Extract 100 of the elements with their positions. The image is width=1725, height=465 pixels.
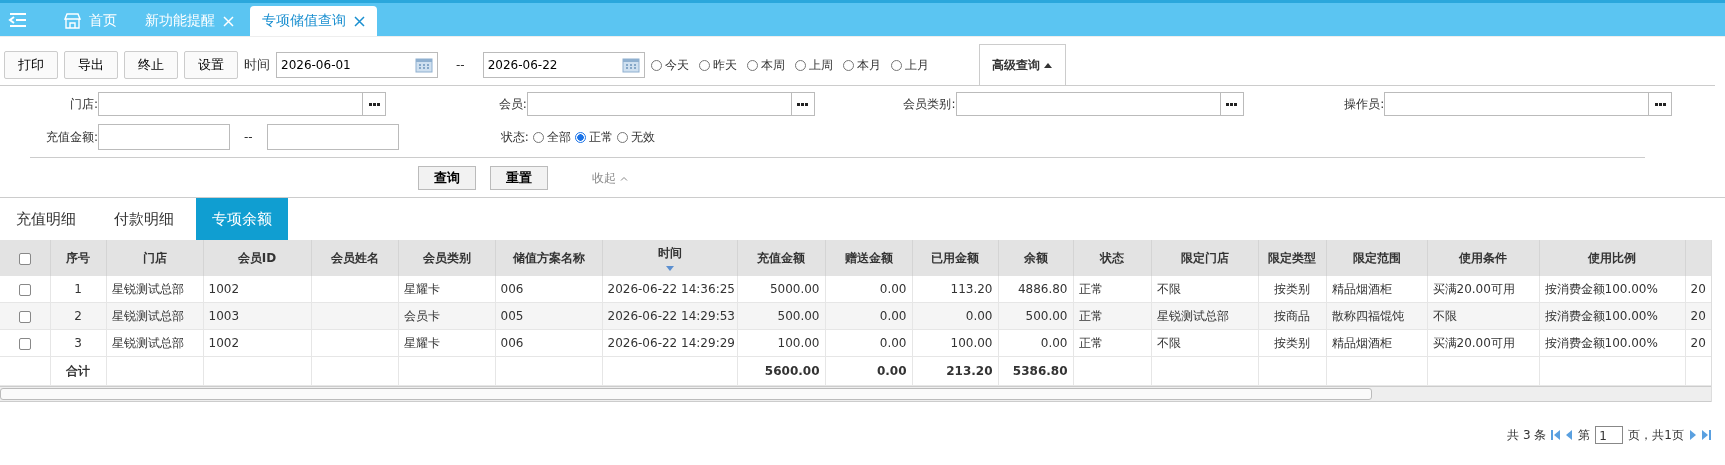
page-field[interactable]: 1: [1595, 426, 1624, 444]
date-range-radio[interactable]: 今天: [650, 56, 689, 74]
table-cell: 1002: [208, 282, 240, 296]
column-header[interactable]: 储值方案名称: [495, 240, 602, 276]
filter-label: 状态:: [499, 128, 529, 146]
scrollbar-thumb[interactable]: [0, 388, 1372, 400]
toolbar-button[interactable]: 打印: [4, 51, 58, 79]
table-cell: 500.00: [1025, 309, 1068, 323]
column-header[interactable]: 会员ID: [203, 240, 311, 276]
range-separator: --: [244, 130, 253, 144]
status-radio[interactable]: 无效: [616, 128, 655, 146]
table-cell: 005: [500, 309, 524, 323]
reset-button[interactable]: 重置: [490, 166, 548, 190]
date-range-radio[interactable]: 本月: [842, 56, 881, 74]
column-header[interactable]: 限定类型: [1258, 240, 1326, 276]
page-label: 页，共1页: [1628, 426, 1684, 444]
filter-label: 门店:: [68, 95, 98, 113]
column-header[interactable]: 时间: [602, 240, 737, 276]
table-cell: 会员卡: [403, 308, 440, 323]
column-header[interactable]: 使用比例: [1539, 240, 1685, 276]
column-header[interactable]: 会员类别: [398, 240, 495, 276]
first-page-icon[interactable]: [1551, 430, 1562, 440]
date-field[interactable]: 2026-06-01: [276, 52, 438, 78]
table-cell: 1002: [208, 336, 240, 350]
tab[interactable]: 专项储值查询: [250, 6, 377, 36]
table-cell: 正常: [1078, 335, 1103, 350]
picker-field[interactable]: [98, 92, 386, 116]
column-header[interactable]: 门店: [106, 240, 203, 276]
previous-page-icon[interactable]: [1566, 430, 1574, 440]
toolbar-button[interactable]: 设置: [184, 51, 238, 79]
table-cell: 星锐测试总部: [111, 335, 184, 350]
amount-field[interactable]: [266, 124, 399, 150]
column-header[interactable]: 序号: [50, 240, 106, 276]
toolbar-button[interactable]: 终止: [124, 51, 178, 79]
table-cell: 2026-06-22 14:29:29: [607, 336, 735, 350]
date-range-radio[interactable]: 上周: [794, 56, 833, 74]
column-header[interactable]: 限定门店: [1151, 240, 1258, 276]
select-all-checkbox[interactable]: [18, 252, 31, 265]
chevron-icon: [620, 175, 628, 181]
table-cell: 不限: [1156, 281, 1181, 296]
table-cell: 按类别: [1274, 335, 1310, 350]
last-page-icon[interactable]: [1701, 430, 1711, 440]
next-page-icon[interactable]: [1689, 430, 1696, 440]
table-cell: 精品烟酒柜: [1331, 335, 1392, 350]
column-header[interactable]: 限定范围: [1326, 240, 1427, 276]
sort-icon[interactable]: [665, 266, 674, 271]
column-header[interactable]: 赠送金额: [825, 240, 912, 276]
column-header[interactable]: 余额: [998, 240, 1073, 276]
picker-field[interactable]: [526, 92, 815, 116]
table-cell: 不限: [1432, 308, 1457, 323]
calendar-icon[interactable]: [621, 57, 640, 73]
table-cell: 0.00: [879, 336, 907, 350]
table-cell: 按消费金额100.00%: [1544, 281, 1658, 296]
toolbar-button[interactable]: 导出: [64, 51, 118, 79]
table-cell: 星锐测试总部: [111, 308, 184, 323]
close-icon[interactable]: [354, 15, 365, 27]
total-cell: 0.00: [876, 364, 907, 378]
column-header[interactable]: 充值金额: [737, 240, 825, 276]
date-field[interactable]: 2026-06-22: [482, 52, 645, 78]
time-label: 时间: [244, 56, 270, 74]
table-cell: 星耀卡: [403, 335, 440, 350]
table-cell: 113.20: [950, 282, 993, 296]
filter-label: 充值金额:: [44, 128, 98, 146]
amount-field[interactable]: [98, 124, 230, 150]
table-cell: 006: [500, 282, 524, 296]
row-checkbox[interactable]: [18, 283, 31, 296]
column-header[interactable]: 会员姓名: [311, 240, 398, 276]
date-range-radio[interactable]: 上月: [890, 56, 929, 74]
table-cell: 4886.80: [1017, 282, 1068, 296]
table-cell: 20: [1690, 336, 1706, 350]
page-label: 第: [1578, 426, 1591, 444]
filter-label: 会员:: [497, 95, 527, 113]
collapse-link[interactable]: 收起: [592, 169, 628, 187]
tab[interactable]: 充值明细: [0, 198, 92, 240]
tab[interactable]: 付款明细: [98, 198, 190, 240]
table-cell: 0.00: [879, 282, 907, 296]
date-range-radio[interactable]: 本周: [746, 56, 785, 74]
table-cell: 1: [74, 282, 82, 296]
column-header[interactable]: 已用金额: [912, 240, 998, 276]
row-checkbox[interactable]: [18, 337, 31, 350]
table-cell: 1003: [208, 309, 240, 323]
query-button[interactable]: 查询: [418, 166, 476, 190]
table-cell: 按商品: [1274, 308, 1310, 323]
table-cell: 精品烟酒柜: [1331, 281, 1392, 296]
column-header[interactable]: 使用条件: [1427, 240, 1539, 276]
menu-icon[interactable]: [8, 11, 28, 28]
row-checkbox[interactable]: [18, 310, 31, 323]
column-header[interactable]: 状态: [1073, 240, 1151, 276]
status-radio[interactable]: 全部: [532, 128, 571, 146]
table-cell: 006: [500, 336, 524, 350]
table-cell: 正常: [1078, 281, 1103, 296]
calendar-icon[interactable]: [415, 57, 433, 73]
range-separator: --: [456, 58, 465, 72]
date-range-radio[interactable]: 昨天: [698, 56, 737, 74]
picker-field[interactable]: [1384, 92, 1673, 116]
table-cell: 2: [74, 309, 82, 323]
table-cell: 星锐测试总部: [111, 281, 184, 296]
advanced-search-tab[interactable]: 高级查询: [978, 44, 1066, 85]
status-radio[interactable]: 正常: [574, 128, 613, 146]
picker-field[interactable]: [955, 92, 1244, 116]
